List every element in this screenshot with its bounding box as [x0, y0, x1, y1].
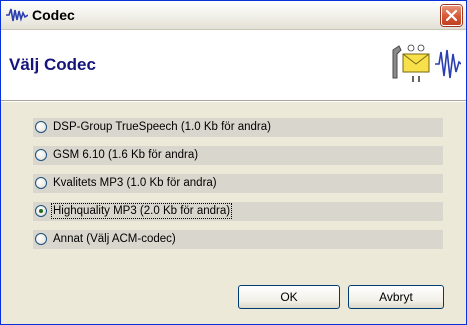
close-icon	[446, 10, 457, 21]
codec-option-highquality-mp3[interactable]: Highquality MP3 (2.0 Kb för andra)	[33, 202, 443, 221]
window-title: Codec	[32, 7, 75, 23]
title-bar[interactable]: Codec	[1, 1, 466, 30]
codec-option-annat[interactable]: Annat (Välj ACM-codec)	[33, 230, 443, 249]
option-label: GSM 6.10 (1.6 Kb för andra)	[53, 149, 199, 161]
radio-button[interactable]	[35, 177, 47, 189]
ok-button[interactable]: OK	[238, 285, 340, 309]
codec-dialog: Codec Välj Codec DSP-Group TrueSpeech (1…	[0, 0, 467, 325]
codec-option-list: DSP-Group TrueSpeech (1.0 Kb för andra) …	[33, 118, 443, 258]
cancel-button[interactable]: Avbryt	[348, 285, 444, 309]
radio-button[interactable]	[35, 149, 47, 161]
option-label: Kvalitets MP3 (1.0 Kb för andra)	[53, 177, 217, 189]
radio-button[interactable]	[35, 121, 47, 133]
codec-option-kvalitets-mp3[interactable]: Kvalitets MP3 (1.0 Kb för andra)	[33, 174, 443, 193]
option-label: Annat (Välj ACM-codec)	[53, 233, 176, 245]
header-divider	[1, 101, 466, 102]
codec-option-truespeech[interactable]: DSP-Group TrueSpeech (1.0 Kb för andra)	[33, 118, 443, 137]
dialog-header: Välj Codec	[1, 30, 466, 101]
header-title: Välj Codec	[9, 55, 96, 74]
option-label: DSP-Group TrueSpeech (1.0 Kb för andra)	[53, 121, 271, 133]
radio-button[interactable]	[35, 233, 47, 245]
close-button[interactable]	[441, 5, 462, 26]
radio-button-checked[interactable]	[35, 205, 47, 217]
waveform-icon	[6, 8, 28, 22]
codec-option-gsm[interactable]: GSM 6.10 (1.6 Kb för andra)	[33, 146, 443, 165]
tools-envelope-waveform-icon	[392, 44, 461, 82]
option-label: Highquality MP3 (2.0 Kb för andra)	[50, 203, 233, 219]
